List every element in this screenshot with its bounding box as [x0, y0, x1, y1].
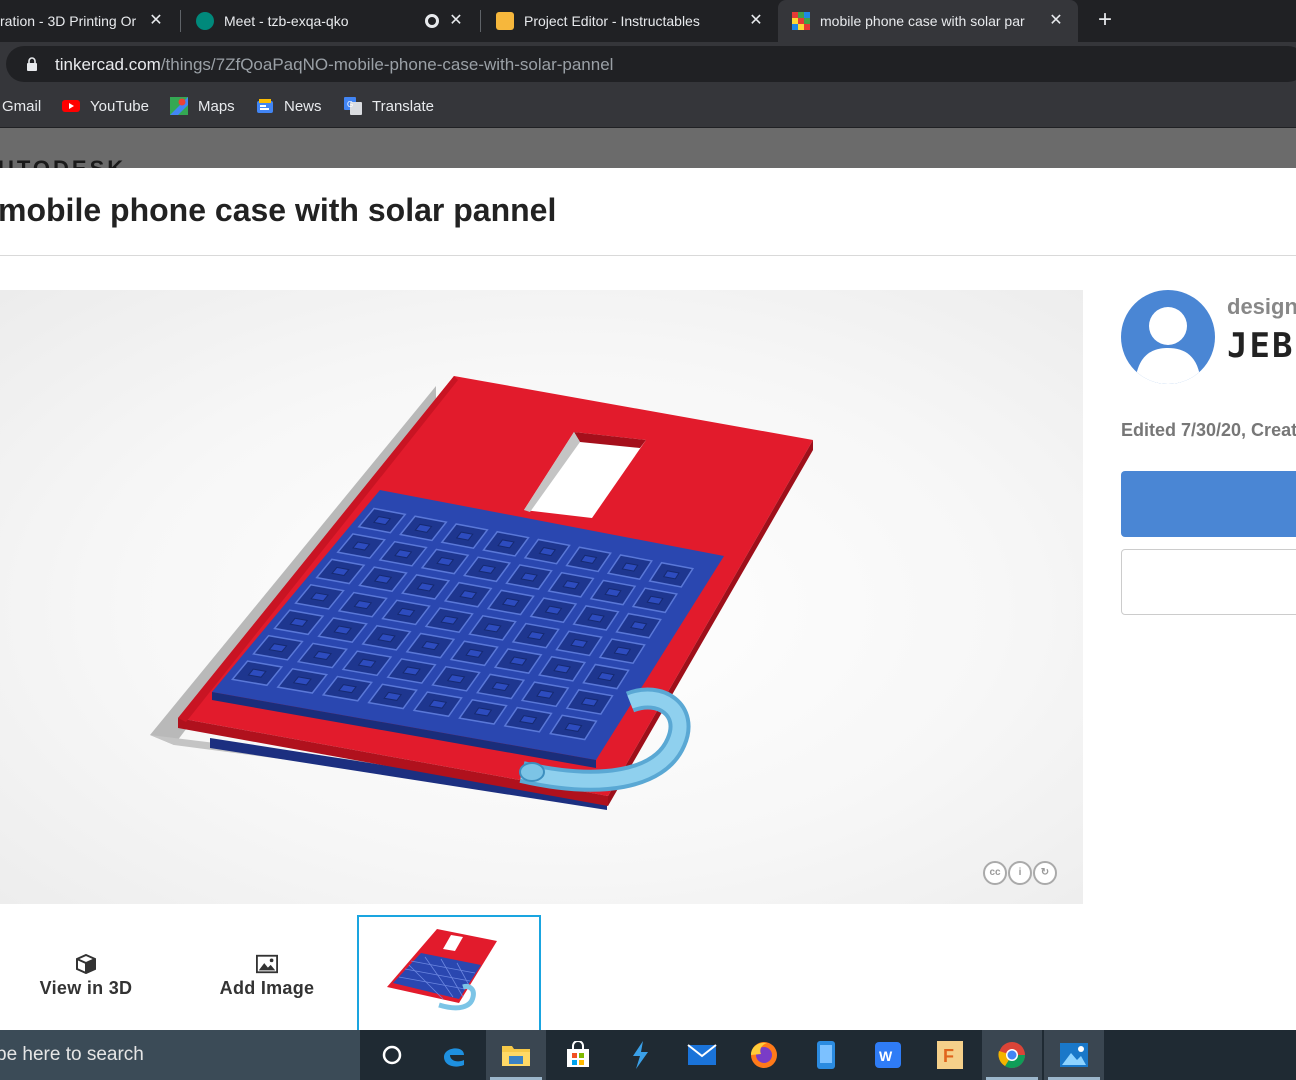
svg-text:F: F — [943, 1046, 954, 1066]
bookmark-label: Translate — [372, 97, 434, 115]
tab-title: Project Editor - Instructables — [524, 13, 700, 29]
cc-icon: cc — [983, 861, 1007, 885]
bookmark-gmail[interactable]: Gmail — [2, 86, 41, 126]
url-path: /things/7ZfQoaPaqNO-mobile-phone-case-wi… — [160, 55, 614, 74]
close-icon[interactable]: ✕ — [146, 11, 166, 31]
author-avatar[interactable] — [1121, 290, 1215, 384]
tab-tinkercad[interactable]: mobile phone case with solar par ✕ — [778, 0, 1078, 42]
instructables-robot-icon — [496, 12, 514, 30]
mail-icon[interactable] — [672, 1030, 732, 1080]
tab-title: ration - 3D Printing Or — [0, 13, 137, 29]
tab-title: mobile phone case with solar par — [820, 13, 1025, 29]
secondary-action-button[interactable] — [1121, 549, 1296, 615]
vscode-icon[interactable] — [610, 1030, 670, 1080]
image-icon — [256, 954, 278, 974]
view-in-3d-button[interactable]: View in 3D — [0, 920, 172, 1030]
cortana-icon[interactable] — [362, 1030, 422, 1080]
tab-strip: ration - 3D Printing Or ✕ Meet - tzb-exq… — [0, 0, 1296, 42]
tab-separator — [180, 10, 181, 32]
model-preview[interactable]: cc i ↻ — [0, 290, 1083, 904]
share-alike-icon: ↻ — [1033, 861, 1057, 885]
taskbar-search[interactable]: pe here to search — [0, 1030, 360, 1080]
close-icon[interactable]: ✕ — [1046, 11, 1066, 31]
bookmark-label: News — [284, 97, 322, 115]
add-image-label: Add Image — [219, 978, 315, 998]
file-explorer-icon[interactable] — [486, 1030, 546, 1080]
bookmark-news[interactable]: News — [256, 86, 322, 126]
maps-icon — [170, 97, 188, 115]
chrome-icon[interactable] — [982, 1030, 1042, 1080]
search-placeholder: pe here to search — [0, 1044, 144, 1065]
url-text[interactable]: tinkercad.com/things/7ZfQoaPaqNO-mobile-… — [55, 55, 613, 75]
firefox-icon[interactable] — [734, 1030, 794, 1080]
phone-case-model-image — [150, 376, 813, 810]
close-icon[interactable]: ✕ — [746, 11, 766, 31]
header-bar: UTODESK — [0, 128, 1296, 168]
windows-taskbar: pe here to search W F — [0, 1030, 1296, 1080]
bookmark-label: YouTube — [90, 97, 149, 115]
news-icon — [257, 99, 273, 113]
address-bar[interactable]: tinkercad.com/things/7ZfQoaPaqNO-mobile-… — [6, 46, 1296, 82]
phone-icon[interactable] — [796, 1030, 856, 1080]
bookmark-label: Maps — [198, 97, 235, 115]
store-icon[interactable] — [548, 1030, 608, 1080]
svg-text:W: W — [879, 1048, 893, 1064]
tab-title: Meet - tzb-exqa-qko — [224, 13, 349, 29]
close-icon[interactable]: ✕ — [446, 11, 466, 31]
browser-toolbar: tinkercad.com/things/7ZfQoaPaqNO-mobile-… — [0, 42, 1296, 86]
edge-icon[interactable] — [424, 1030, 484, 1080]
edited-date: Edited 7/30/20, Creat — [1121, 420, 1296, 440]
add-image-button[interactable]: Add Image — [180, 920, 354, 1030]
bookmark-label: Gmail — [2, 97, 42, 115]
divider — [0, 255, 1296, 256]
bookmarks-bar: Gmail YouTube Maps News G Translate — [0, 86, 1296, 128]
tab-meet[interactable]: Meet - tzb-exqa-qko ✕ — [182, 0, 478, 42]
attribution-icon: i — [1008, 861, 1032, 885]
tab-3d-printing[interactable]: ration - 3D Printing Or ✕ — [0, 0, 178, 42]
wps-icon[interactable]: W — [858, 1030, 918, 1080]
photos-icon[interactable] — [1044, 1030, 1104, 1080]
recording-icon — [425, 14, 439, 28]
autodesk-logo[interactable]: UTODESK — [0, 156, 126, 168]
bookmark-youtube[interactable]: YouTube — [62, 86, 149, 126]
designer-label: design — [1227, 294, 1296, 319]
svg-text:G: G — [347, 100, 353, 109]
tinkercad-icon — [792, 12, 810, 30]
view-in-3d-label: View in 3D — [39, 978, 133, 998]
translate-icon: G — [344, 97, 362, 115]
tab-project-editor[interactable]: Project Editor - Instructables ✕ — [482, 0, 778, 42]
tinkercad-page: UTODESK mobile phone case with solar pan… — [0, 128, 1296, 1030]
cube-icon — [76, 954, 96, 974]
user-icon — [1135, 307, 1201, 384]
license-badge[interactable]: cc i ↻ — [983, 861, 1057, 885]
youtube-icon — [62, 100, 80, 112]
lock-icon[interactable] — [26, 57, 38, 71]
bookmark-translate[interactable]: G Translate — [344, 86, 434, 126]
page-title: mobile phone case with solar pannel — [0, 192, 557, 228]
thumbnail-selected[interactable] — [357, 915, 541, 1030]
bookmark-maps[interactable]: Maps — [170, 86, 235, 126]
author-name[interactable]: JEBI — [1227, 326, 1296, 366]
fusion360-icon[interactable]: F — [920, 1030, 980, 1080]
url-domain: tinkercad.com — [55, 55, 161, 74]
primary-action-button[interactable] — [1121, 471, 1296, 537]
new-tab-button[interactable]: + — [1093, 8, 1117, 32]
phone-case-thumbnail — [387, 929, 497, 1011]
tab-separator — [480, 10, 481, 32]
meet-icon — [196, 12, 214, 30]
